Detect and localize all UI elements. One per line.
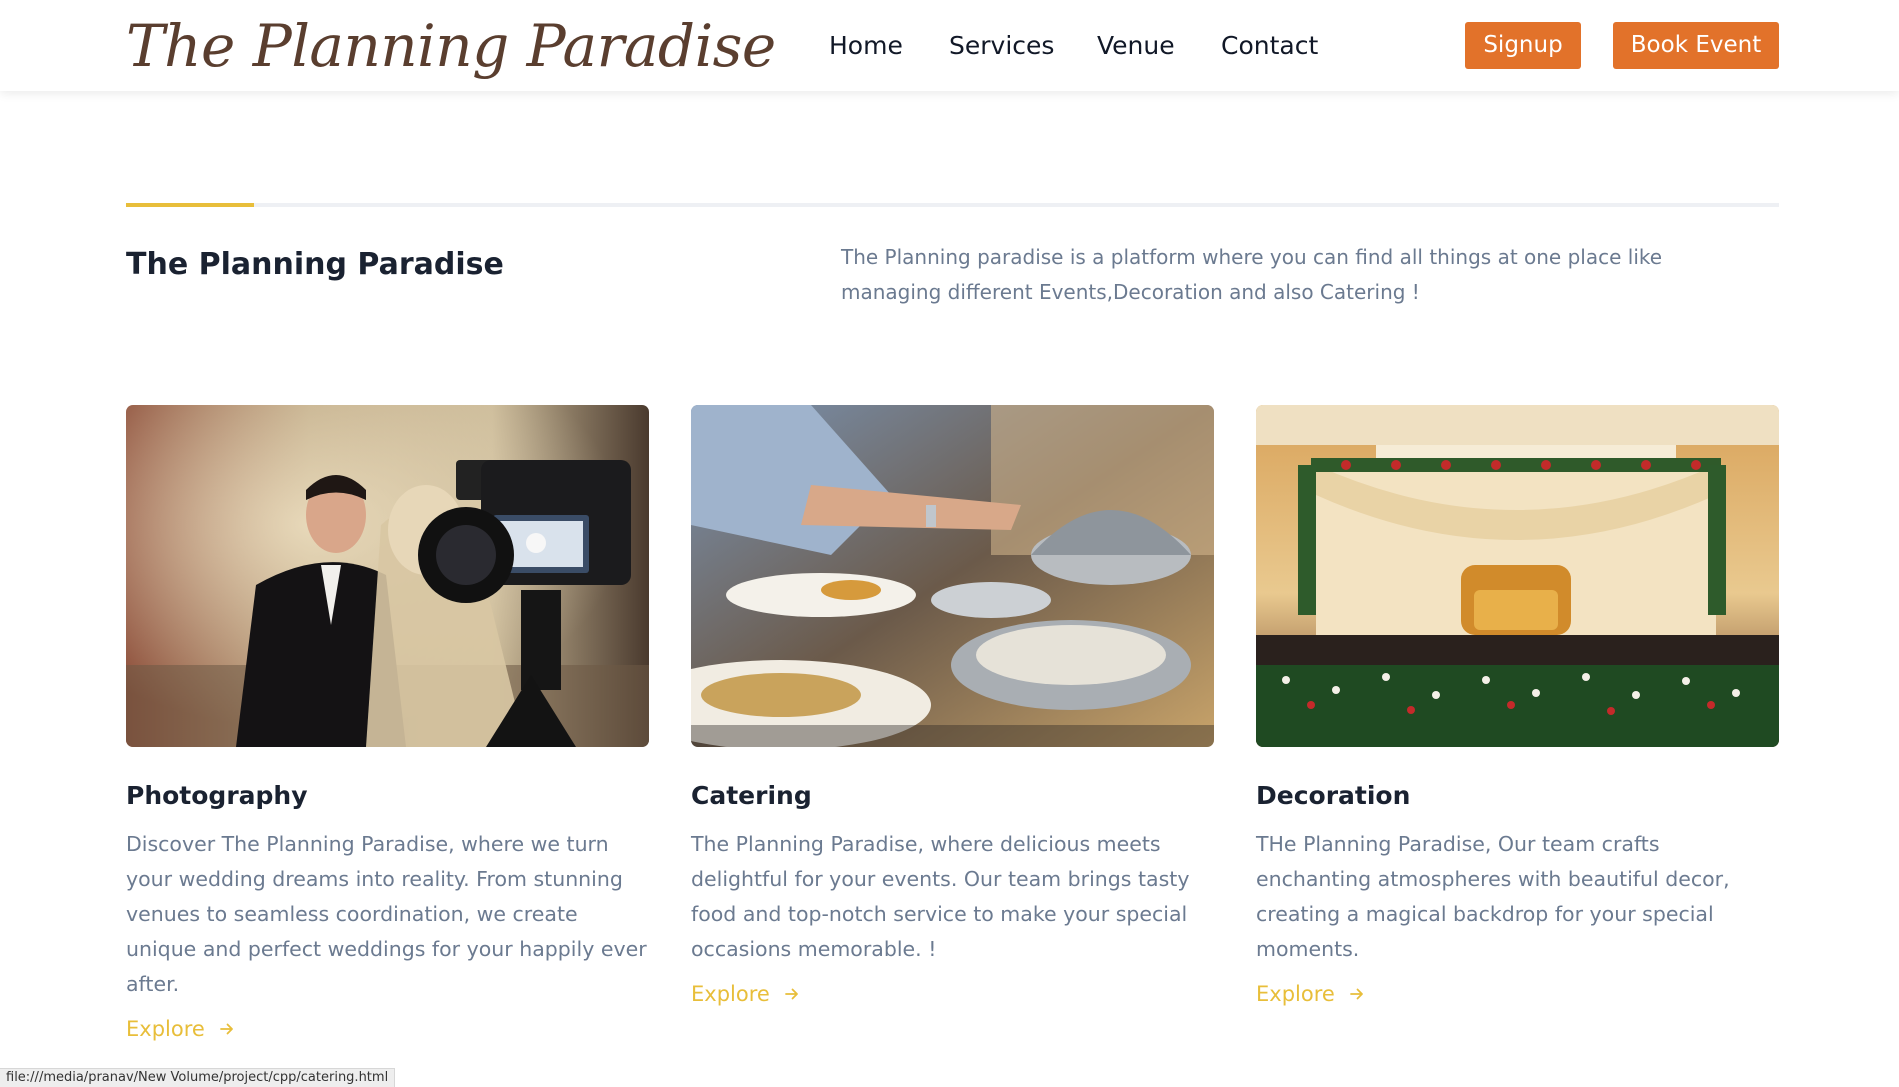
explore-link-decoration[interactable]: Explore: [1256, 979, 1365, 1009]
browser-status-bar: file:///media/pranav/New Volume/project/…: [0, 1068, 396, 1087]
decoration-image: [1256, 405, 1779, 747]
intro-description: The Planning paradise is a platform wher…: [841, 245, 1663, 304]
book-event-button[interactable]: Book Event: [1613, 22, 1779, 69]
intro-title: The Planning Paradise: [126, 247, 504, 282]
site-header: The Planning Paradise Home Services Venu…: [0, 0, 1899, 91]
card-description: THe Planning Paradise, Our team crafts e…: [1256, 832, 1730, 961]
explore-label: Explore: [126, 1017, 205, 1041]
explore-link-catering[interactable]: Explore: [691, 979, 800, 1009]
explore-label: Explore: [691, 982, 770, 1006]
service-card-photography: Photography Discover The Planning Paradi…: [126, 405, 649, 1044]
section-divider: [126, 203, 1779, 207]
decoration-illustration: [1256, 405, 1779, 747]
site-logo[interactable]: The Planning Paradise: [126, 2, 776, 90]
arrow-right-icon: [784, 988, 798, 1000]
photography-image: [126, 405, 649, 747]
arrow-right-icon: [219, 1023, 233, 1035]
catering-image: [691, 405, 1214, 747]
divider-accent: [126, 203, 254, 207]
catering-illustration: [691, 405, 1214, 747]
service-card-catering: Catering The Planning Paradise, where de…: [691, 405, 1214, 1009]
card-description: The Planning Paradise, where delicious m…: [691, 832, 1190, 961]
photography-illustration: [126, 405, 649, 747]
card-title: Catering: [691, 781, 812, 810]
card-description: Discover The Planning Paradise, where we…: [126, 832, 647, 996]
service-card-decoration: Decoration THe Planning Paradise, Our te…: [1256, 405, 1779, 1009]
explore-link-photography[interactable]: Explore: [126, 1014, 235, 1044]
nav-contact[interactable]: Contact: [1221, 27, 1318, 65]
nav-home[interactable]: Home: [829, 27, 903, 65]
nav-services[interactable]: Services: [949, 27, 1054, 65]
explore-label: Explore: [1256, 982, 1335, 1006]
nav-venue[interactable]: Venue: [1097, 27, 1175, 65]
arrow-right-icon: [1349, 988, 1363, 1000]
signup-button[interactable]: Signup: [1465, 22, 1581, 69]
card-title: Decoration: [1256, 781, 1411, 810]
card-title: Photography: [126, 781, 308, 810]
